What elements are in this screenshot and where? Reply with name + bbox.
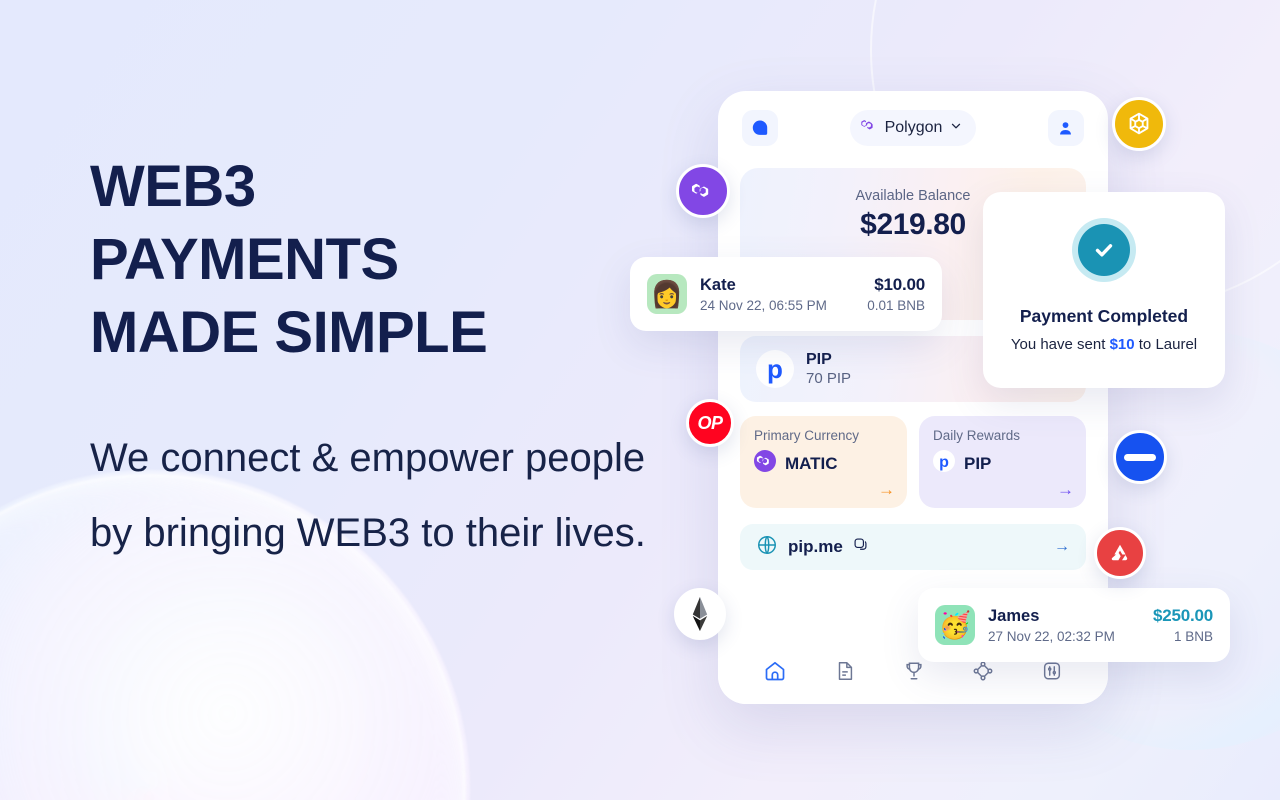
payment-amount: $10 [1109, 336, 1135, 353]
avatar-emoji: 🥳 [938, 609, 972, 640]
blue-token-bar-icon [1124, 453, 1156, 461]
chain-selector[interactable]: Polygon [849, 110, 977, 146]
blue-token-badge [1113, 430, 1167, 484]
arrow-right-icon[interactable]: → [878, 480, 895, 500]
balance-value: $219.80 [860, 208, 966, 241]
hero-section: WEB3 PAYMENTS MADE SIMPLE We connect & e… [90, 150, 690, 570]
mini-card-row: Primary Currency MATIC → Daily Rewards p… [740, 416, 1086, 508]
daily-rewards-label: Daily Rewards [933, 428, 1021, 443]
token-amount: 70 PIP [806, 370, 852, 387]
nav-document-icon[interactable] [834, 660, 856, 687]
globe-icon [756, 534, 778, 561]
avatar: 👩 [647, 274, 687, 314]
nav-trophy-icon[interactable] [903, 660, 925, 687]
check-circle-icon [1072, 218, 1136, 282]
daily-rewards-value: PIP [964, 453, 992, 473]
payment-completed-card: Payment Completed You have sent $10 to L… [983, 192, 1225, 388]
payment-completed-subtitle: You have sent $10 to Laurel [1011, 336, 1197, 353]
balance-label: Available Balance [855, 188, 971, 204]
copy-icon[interactable] [853, 537, 868, 557]
nav-sliders-icon[interactable] [1041, 660, 1063, 687]
avalanche-badge [1094, 527, 1146, 579]
nav-network-icon[interactable] [972, 660, 994, 687]
phone-topbar: Polygon [718, 91, 1108, 146]
transaction-name: Kate [700, 275, 736, 294]
arrow-right-icon[interactable]: → [1057, 480, 1074, 500]
transaction-date: 24 Nov 22, 06:55 PM [700, 297, 827, 313]
primary-currency-label: Primary Currency [754, 428, 860, 443]
transaction-crypto-amount: 1 BNB [1173, 629, 1213, 644]
bnb-badge [1112, 97, 1166, 151]
headline-line-2: PAYMENTS [90, 227, 399, 293]
primary-currency-value: MATIC [785, 453, 838, 473]
payment-completed-title: Payment Completed [1019, 306, 1189, 326]
polygon-icon [860, 117, 877, 139]
headline-line-1: WEB3 [90, 154, 256, 219]
pip-logo-letter: p [767, 354, 783, 384]
avatar: 🥳 [935, 605, 975, 645]
token-name: PIP [806, 351, 832, 368]
transaction-crypto-amount: 0.01 BNB [867, 298, 925, 313]
headline-line-3: MADE SIMPLE [90, 300, 488, 366]
transaction-amount: $250.00 [1152, 606, 1213, 625]
transaction-card-kate[interactable]: 👩 Kate 24 Nov 22, 06:55 PM $10.00 0.01 B… [630, 257, 942, 331]
chat-bubble-icon[interactable] [742, 110, 778, 146]
user-icon[interactable] [1047, 110, 1084, 146]
daily-rewards-card[interactable]: Daily Rewards p PIP → [919, 416, 1086, 508]
page-title: WEB3 PAYMENTS MADE SIMPLE [90, 150, 690, 369]
svg-text:p: p [939, 454, 949, 471]
payment-prefix: You have sent [1010, 336, 1110, 353]
pip-icon: p [756, 350, 794, 388]
pipme-text: pip.me [788, 537, 843, 556]
optimism-symbol: OP [697, 412, 723, 433]
pip-icon: p [933, 450, 955, 477]
ethereum-badge [674, 588, 726, 640]
chevron-down-icon [950, 119, 962, 137]
avatar-emoji: 👩 [650, 278, 684, 309]
arrow-right-icon[interactable]: → [1054, 538, 1070, 556]
pipme-link-row[interactable]: pip.me → [740, 524, 1086, 570]
polygon-icon [754, 450, 776, 477]
chain-name: Polygon [884, 119, 943, 136]
optimism-badge: OP [686, 399, 734, 447]
transaction-date: 27 Nov 22, 02:32 PM [988, 628, 1115, 644]
transaction-amount: $10.00 [874, 275, 925, 294]
transaction-name: James [988, 606, 1040, 625]
hero-subheading: We connect & empower people by bringing … [90, 436, 646, 555]
polygon-badge [676, 164, 730, 218]
nav-home-icon[interactable] [763, 659, 787, 688]
primary-currency-card[interactable]: Primary Currency MATIC → [740, 416, 907, 508]
payment-suffix: to Laurel [1134, 336, 1198, 353]
transaction-card-james[interactable]: 🥳 James 27 Nov 22, 02:32 PM $250.00 1 BN… [918, 588, 1230, 662]
